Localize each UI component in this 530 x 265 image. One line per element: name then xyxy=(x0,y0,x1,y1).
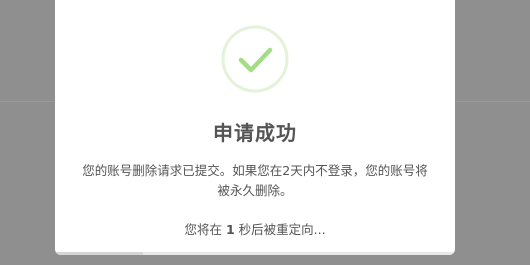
redirect-countdown: 您将在 1 秒后被重定向... xyxy=(55,219,455,238)
checkmark-circle-icon xyxy=(221,25,289,93)
redirect-prefix: 您将在 xyxy=(184,222,222,237)
dialog-message: 您的账号删除请求已提交。如果您在2天内不登录，您的账号将被永久删除。 xyxy=(82,163,428,198)
success-dialog: 申请成功 您的账号删除请求已提交。如果您在2天内不登录，您的账号将被永久删除。 … xyxy=(55,0,455,255)
timer-progress-bar xyxy=(55,252,455,255)
timer-progress-fill xyxy=(55,252,143,255)
dialog-title: 申请成功 xyxy=(213,121,297,145)
redirect-suffix: 秒后被重定向... xyxy=(238,222,326,237)
redirect-seconds: 1 xyxy=(225,222,235,237)
